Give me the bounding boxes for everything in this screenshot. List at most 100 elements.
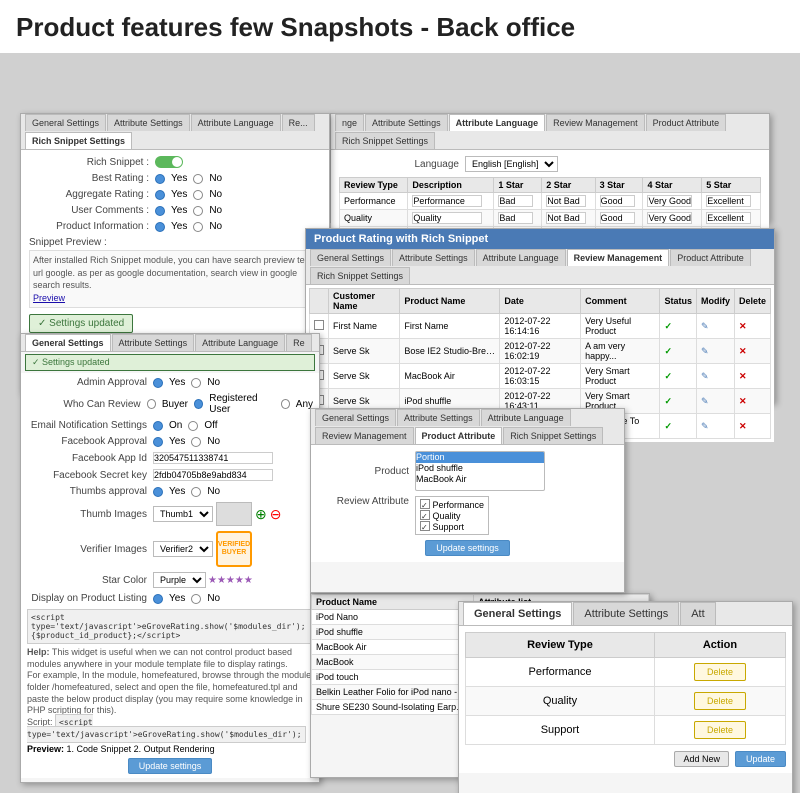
add-thumb-icon[interactable]: ⊕: [255, 506, 267, 523]
attr-perf-check[interactable]: [420, 499, 430, 509]
delete-button[interactable]: ✕: [739, 321, 747, 331]
qual-4star[interactable]: [647, 212, 692, 224]
perf-2star[interactable]: [546, 195, 586, 207]
delete-perf-button[interactable]: Delete: [694, 663, 746, 681]
tab-nge[interactable]: nge: [335, 114, 364, 131]
admin-yes[interactable]: [153, 378, 163, 388]
thumbs-approval-row: Thumbs approval Yes No: [27, 486, 313, 497]
verifier-select[interactable]: Verifier2: [153, 541, 213, 557]
tab-lang-pa[interactable]: Attribute Language: [481, 409, 571, 426]
bottom-table: Review Type Action Performance Delete Qu…: [465, 632, 786, 745]
delete-supp-button[interactable]: Delete: [694, 721, 746, 739]
attr-supp-check[interactable]: [420, 521, 430, 531]
admin-no[interactable]: [191, 378, 201, 388]
tab-attr-settings[interactable]: Attribute Settings: [365, 114, 448, 131]
gensettings-update-button[interactable]: Update settings: [128, 758, 213, 774]
add-new-button[interactable]: Add New: [674, 751, 729, 767]
delete-button[interactable]: ✕: [739, 346, 747, 356]
prodattr-update-button[interactable]: Update settings: [425, 540, 510, 556]
thumbs-yes[interactable]: [153, 487, 163, 497]
delete-button[interactable]: ✕: [739, 421, 747, 431]
script-area[interactable]: <script type='text/javascript'>eGroveRat…: [27, 609, 313, 644]
row-checkbox[interactable]: [314, 320, 324, 330]
tab-gen-pa[interactable]: General Settings: [315, 409, 396, 426]
fb-no[interactable]: [191, 437, 201, 447]
tab-attr-language[interactable]: Attribute Language: [449, 114, 546, 131]
thumb-select[interactable]: Thumb1: [153, 506, 213, 522]
tab-rich-snippet[interactable]: Rich Snippet Settings: [335, 132, 435, 149]
reguser-radio[interactable]: [194, 399, 203, 409]
thumbs-no[interactable]: [191, 487, 201, 497]
aggregate-yes[interactable]: [155, 190, 165, 200]
star-preview: ★★★★★: [208, 575, 253, 586]
tab-attr-b[interactable]: Attribute Settings: [573, 602, 679, 625]
tab-gen[interactable]: General Settings: [25, 114, 106, 131]
tab-attr-lang[interactable]: Attribute Language: [476, 249, 566, 266]
modify-button[interactable]: ✎: [701, 421, 709, 431]
user-comments-yes[interactable]: [155, 206, 165, 216]
modify-button[interactable]: ✎: [701, 321, 709, 331]
tab-prod-a[interactable]: Product Attribute: [670, 249, 751, 266]
fb-secret-input[interactable]: [153, 469, 273, 481]
user-comments-no[interactable]: [193, 206, 203, 216]
tab-re-gs[interactable]: Re: [286, 334, 312, 351]
tab-attr-pa[interactable]: Attribute Settings: [397, 409, 480, 426]
qual-2star[interactable]: [546, 212, 586, 224]
bottom-update-button[interactable]: Update: [735, 751, 786, 767]
on-radio[interactable]: [153, 421, 163, 431]
tab-gen-b[interactable]: General Settings: [463, 602, 572, 625]
perf-3star[interactable]: [600, 195, 635, 207]
fb-yes[interactable]: [153, 437, 163, 447]
tab-prodattr-pa[interactable]: Product Attribute: [415, 427, 503, 444]
delete-button[interactable]: ✕: [739, 396, 747, 406]
delete-button[interactable]: ✕: [739, 371, 747, 381]
perf-5star[interactable]: [706, 195, 751, 207]
language-select[interactable]: English [English]: [465, 156, 558, 172]
qual-5star[interactable]: [706, 212, 751, 224]
product-select[interactable]: Portion iPod shuffle MacBook Air: [415, 451, 545, 491]
best-rating-no[interactable]: [193, 174, 203, 184]
tab-rev-pa[interactable]: Review Management: [315, 427, 414, 444]
modify-button[interactable]: ✎: [701, 396, 709, 406]
tab-rich-snip[interactable]: Rich Snippet Settings: [310, 267, 410, 284]
off-radio[interactable]: [188, 421, 198, 431]
tab-review-m[interactable]: Review Management: [567, 249, 670, 266]
tab-attr-set[interactable]: Attribute Settings: [392, 249, 475, 266]
any-radio[interactable]: [281, 399, 290, 409]
tab-att-b[interactable]: Att: [680, 602, 715, 625]
toggle-on[interactable]: [155, 156, 183, 168]
tab-rich-s[interactable]: Rich Snippet Settings: [25, 132, 132, 149]
remove-thumb-icon[interactable]: ⊖: [270, 506, 282, 523]
buyer-radio[interactable]: [147, 399, 156, 409]
preview-link[interactable]: Preview: [33, 293, 65, 303]
aggregate-no[interactable]: [193, 190, 203, 200]
display-no[interactable]: [191, 594, 201, 604]
best-rating-yes[interactable]: [155, 174, 165, 184]
tab-rich-pa[interactable]: Rich Snippet Settings: [503, 427, 603, 444]
qual-1star[interactable]: [498, 212, 533, 224]
attr-qual-check[interactable]: [420, 510, 430, 520]
perf-desc-input[interactable]: [412, 195, 482, 207]
qual-3star[interactable]: [600, 212, 635, 224]
tab-attr-gs[interactable]: Attribute Settings: [112, 334, 195, 351]
tab-gen-s[interactable]: General Settings: [310, 249, 391, 266]
modify-button[interactable]: ✎: [701, 371, 709, 381]
tab-re[interactable]: Re...: [282, 114, 315, 131]
delete-qual-button[interactable]: Delete: [694, 692, 746, 710]
fb-appid-input[interactable]: [153, 452, 273, 464]
modify-button[interactable]: ✎: [701, 346, 709, 356]
tab-attr-l[interactable]: Attribute Language: [191, 114, 281, 131]
perf-4star[interactable]: [647, 195, 692, 207]
qual-desc-input[interactable]: [412, 212, 482, 224]
tab-attr-s[interactable]: Attribute Settings: [107, 114, 190, 131]
product-info-yes[interactable]: [155, 222, 165, 232]
tab-lang-gs[interactable]: Attribute Language: [195, 334, 285, 351]
tab-gen-gs[interactable]: General Settings: [25, 334, 111, 351]
tab-product-attr[interactable]: Product Attribute: [646, 114, 727, 131]
display-yes[interactable]: [153, 594, 163, 604]
script2-area[interactable]: <script type='text/javascript'>eGroveRat…: [27, 714, 306, 743]
product-info-no[interactable]: [193, 222, 203, 232]
perf-1star[interactable]: [498, 195, 533, 207]
star-color-select[interactable]: Purple: [153, 572, 206, 588]
tab-review-mgmt[interactable]: Review Management: [546, 114, 645, 131]
